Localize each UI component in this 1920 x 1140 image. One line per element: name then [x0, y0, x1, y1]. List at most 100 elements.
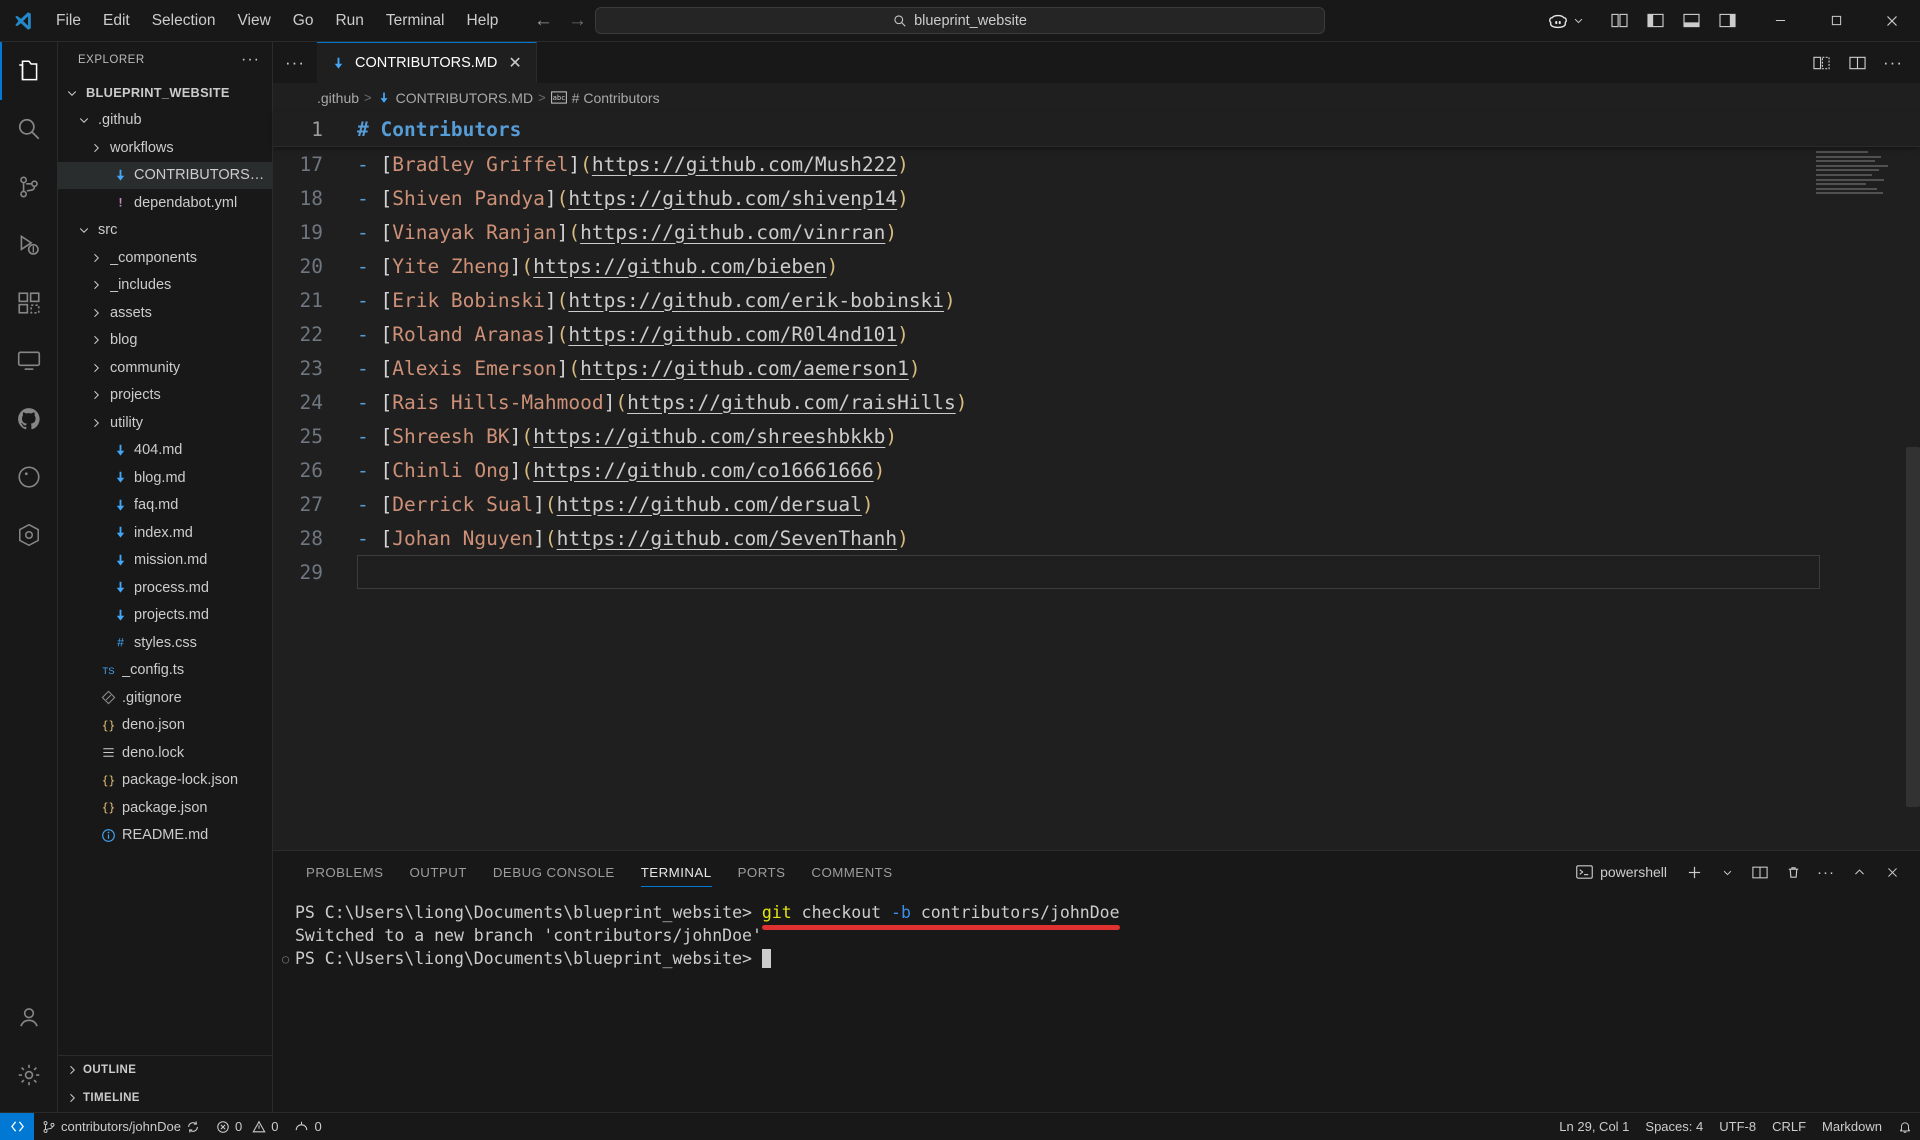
status-problems[interactable]: 0 0 — [208, 1113, 286, 1140]
editor-more-actions-icon[interactable]: ··· — [1880, 50, 1906, 76]
menu-bar[interactable]: File Edit Selection View Go Run Terminal… — [46, 8, 508, 34]
activity-item-run-and-debug[interactable] — [0, 216, 58, 274]
panel-tab-terminal[interactable]: TERMINAL — [628, 851, 725, 893]
contributor-url[interactable]: https://github.com/co16661666 — [533, 459, 873, 482]
contributor-url[interactable]: https://github.com/R0l4nd101 — [568, 323, 897, 346]
editor-vertical-scrollbar[interactable] — [1906, 447, 1920, 807]
status-eol[interactable]: CRLF — [1764, 1119, 1814, 1134]
file-item-404.md[interactable]: 404.md — [58, 437, 272, 465]
file-item-package-lock.json[interactable]: {} package-lock.json — [58, 767, 272, 795]
activity-item-accounts[interactable] — [0, 988, 58, 1046]
folder-item-components[interactable]: _components — [58, 244, 272, 272]
activity-item-source-control[interactable] — [0, 158, 58, 216]
code-line-current[interactable]: 29 — [273, 555, 1920, 589]
panel-tab-debug-console[interactable]: DEBUG CONSOLE — [480, 851, 628, 893]
minimap[interactable] — [1816, 151, 1906, 213]
contributor-url[interactable]: https://github.com/dersual — [557, 493, 862, 516]
contributor-url[interactable]: https://github.com/raisHills — [627, 391, 956, 414]
file-item-projects.md[interactable]: projects.md — [58, 602, 272, 630]
status-ports[interactable]: 0 — [286, 1113, 329, 1140]
toggle-panel-icon[interactable] — [1676, 7, 1706, 35]
code-line[interactable]: 25 - [Shreesh BK](https://github.com/shre… — [273, 419, 1920, 453]
toggle-primary-sidebar-icon[interactable] — [1640, 7, 1670, 35]
menu-selection[interactable]: Selection — [142, 8, 226, 34]
arrow-right-icon[interactable]: → — [566, 11, 588, 30]
panel-tab-problems[interactable]: PROBLEMS — [293, 851, 397, 893]
folder-item-projects[interactable]: projects — [58, 382, 272, 410]
file-item-index.md[interactable]: index.md — [58, 519, 272, 547]
contributor-url[interactable]: https://github.com/Mush222 — [592, 153, 897, 176]
file-item-process.md[interactable]: process.md — [58, 574, 272, 602]
activity-item-search[interactable] — [0, 100, 58, 158]
status-indentation[interactable]: Spaces: 4 — [1637, 1119, 1711, 1134]
close-panel-icon[interactable] — [1878, 859, 1906, 885]
new-terminal-icon[interactable] — [1680, 859, 1708, 885]
sticky-scroll-line[interactable]: 1 # Contributors — [273, 112, 1920, 147]
menu-help[interactable]: Help — [457, 8, 509, 34]
file-item-blog.md[interactable]: blog.md — [58, 464, 272, 492]
toggle-secondary-sidebar-icon[interactable] — [1712, 7, 1742, 35]
explorer-more-actions-icon[interactable]: ··· — [241, 51, 260, 69]
code-editor[interactable]: 17 - [Bradley Griffel](https://github.com… — [273, 147, 1920, 850]
panel-tab-comments[interactable]: COMMENTS — [798, 851, 905, 893]
code-line[interactable]: 19 - [Vinayak Ranjan](https://github.com/… — [273, 215, 1920, 249]
section-timeline[interactable]: TIMELINE — [58, 1084, 272, 1112]
maximize-button[interactable] — [1808, 0, 1864, 41]
folder-item-src[interactable]: src — [58, 217, 272, 245]
folder-item-assets[interactable]: assets — [58, 299, 272, 327]
activity-item-explorer[interactable] — [0, 42, 58, 100]
customize-layout-icon[interactable] — [1604, 7, 1634, 35]
file-item-package.json[interactable]: {} package.json — [58, 794, 272, 822]
breadcrumb-item-file[interactable]: CONTRIBUTORS.MD — [377, 90, 533, 106]
file-item-faq.md[interactable]: faq.md — [58, 492, 272, 520]
code-line[interactable]: 17 - [Bradley Griffel](https://github.com… — [273, 147, 1920, 181]
file-item-styles.css[interactable]: # styles.css — [58, 629, 272, 657]
menu-go[interactable]: Go — [283, 8, 324, 34]
arrow-left-icon[interactable]: ← — [532, 11, 554, 30]
terminal-output[interactable]: PS C:\Users\liong\Documents\blueprint_we… — [273, 893, 1920, 1112]
code-line[interactable]: 28 - [Johan Nguyen](https://github.com/Se… — [273, 521, 1920, 555]
close-button[interactable] — [1864, 0, 1920, 41]
file-item-contributors.md[interactable]: CONTRIBUTORS.MD — [58, 161, 272, 189]
split-editor-right-icon[interactable] — [1844, 50, 1870, 76]
code-line[interactable]: 18 - [Shiven Pandya](https://github.com/s… — [273, 181, 1920, 215]
folder-item-utility[interactable]: utility — [58, 409, 272, 437]
folder-item-github[interactable]: .github — [58, 107, 272, 135]
menu-terminal[interactable]: Terminal — [376, 8, 455, 34]
activity-item-github[interactable] — [0, 390, 58, 448]
code-line[interactable]: 26 - [Chinli Ong](https://github.com/co16… — [273, 453, 1920, 487]
menu-edit[interactable]: Edit — [93, 8, 140, 34]
panel-tabs[interactable]: PROBLEMS OUTPUT DEBUG CONSOLE TERMINAL PORTS… — [293, 851, 906, 893]
terminal-shell-badge[interactable]: powershell — [1576, 864, 1675, 880]
minimize-button[interactable] — [1752, 0, 1808, 41]
file-item-readme.md[interactable]: README.md — [58, 822, 272, 850]
folder-item-community[interactable]: community — [58, 354, 272, 382]
panel-tab-ports[interactable]: PORTS — [725, 851, 799, 893]
contributor-url[interactable]: https://github.com/aemerson1 — [580, 357, 909, 380]
activity-item-manage[interactable] — [0, 1046, 58, 1104]
activity-item-deno[interactable] — [0, 448, 58, 506]
editor-tabs-more-icon[interactable]: ··· — [273, 42, 317, 83]
file-tree[interactable]: BLUEPRINT_WEBSITE .github workflows CONTRIB… — [58, 77, 272, 1055]
status-encoding[interactable]: UTF-8 — [1711, 1119, 1764, 1134]
kill-terminal-icon[interactable] — [1779, 859, 1807, 885]
activity-item-extensions[interactable] — [0, 274, 58, 332]
copilot-button[interactable] — [1537, 10, 1594, 32]
contributor-url[interactable]: https://github.com/SevenThanh — [557, 527, 897, 550]
split-terminal-icon[interactable] — [1746, 859, 1774, 885]
maximize-panel-icon[interactable] — [1845, 859, 1873, 885]
menu-view[interactable]: View — [227, 8, 280, 34]
panel-more-actions-icon[interactable]: ··· — [1812, 859, 1840, 885]
breadcrumb-item-symbol[interactable]: abc # Contributors — [550, 90, 660, 106]
status-branch[interactable]: contributors/johnDoe — [34, 1113, 208, 1140]
panel-tab-output[interactable]: OUTPUT — [397, 851, 480, 893]
file-item-dependabot.yml[interactable]: ! dependabot.yml — [58, 189, 272, 217]
close-icon[interactable]: ✕ — [506, 53, 523, 73]
editor-tab-contributors-md[interactable]: CONTRIBUTORS.MD ✕ — [317, 42, 537, 83]
file-item-deno.lock[interactable]: deno.lock — [58, 739, 272, 767]
code-line[interactable]: 23 - [Alexis Emerson](https://github.com/… — [273, 351, 1920, 385]
contributor-url[interactable]: https://github.com/erik-bobinski — [568, 289, 944, 312]
file-item-mission.md[interactable]: mission.md — [58, 547, 272, 575]
contributor-url[interactable]: https://github.com/shivenp14 — [568, 187, 897, 210]
bell-icon[interactable] — [1890, 1120, 1920, 1134]
